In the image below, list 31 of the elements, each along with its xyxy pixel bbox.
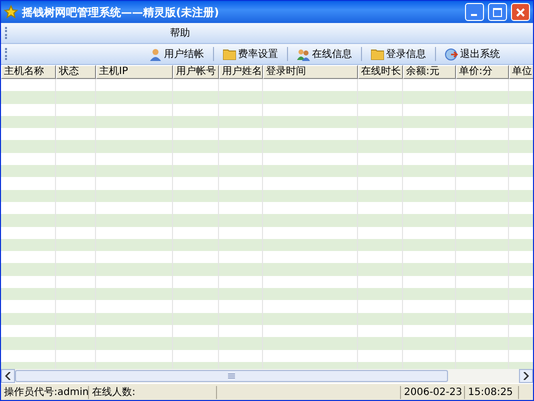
column-header[interactable]: 单位 [509, 65, 533, 79]
menu-item[interactable]: 帮助 [166, 25, 194, 41]
users-icon [297, 48, 310, 60]
toolbar-button[interactable]: 费率设置 [220, 46, 281, 62]
online-count-label: 在线人数: [89, 386, 217, 398]
close-icon [516, 8, 525, 16]
status-time: 15:08:25 [465, 386, 519, 398]
user-icon [149, 48, 162, 60]
folder-icon [371, 48, 384, 60]
app-icon [4, 5, 18, 19]
column-header[interactable]: 单价:分 [456, 65, 509, 79]
window-title: 摇钱树网吧管理系统——精灵版(未注册) [22, 4, 220, 20]
maximize-icon [493, 8, 502, 16]
toolbar-button[interactable]: 退出系统 [442, 46, 503, 62]
operator-label: 操作员代号:admin [1, 386, 89, 398]
status-date: 2006-02-23 [401, 386, 465, 398]
maximize-button[interactable] [488, 3, 507, 21]
scroll-left-button[interactable] [1, 369, 15, 383]
scrollbar-thumb[interactable] [15, 370, 448, 382]
toolbar-button[interactable]: 用户结帐 [146, 46, 207, 62]
minimize-button[interactable] [465, 3, 484, 21]
toolbar-button[interactable]: 在线信息 [294, 46, 355, 62]
column-header[interactable]: 在线时长 [358, 65, 403, 79]
grip-icon [228, 373, 236, 379]
column-header[interactable]: 登录时间 [263, 65, 358, 79]
scroll-right-button[interactable] [519, 369, 533, 383]
exit-icon [445, 48, 458, 60]
folder-icon [223, 48, 236, 60]
column-header[interactable]: 状态 [56, 65, 96, 79]
close-button[interactable] [511, 3, 530, 21]
toolbar-button[interactable]: 登录信息 [368, 46, 429, 62]
